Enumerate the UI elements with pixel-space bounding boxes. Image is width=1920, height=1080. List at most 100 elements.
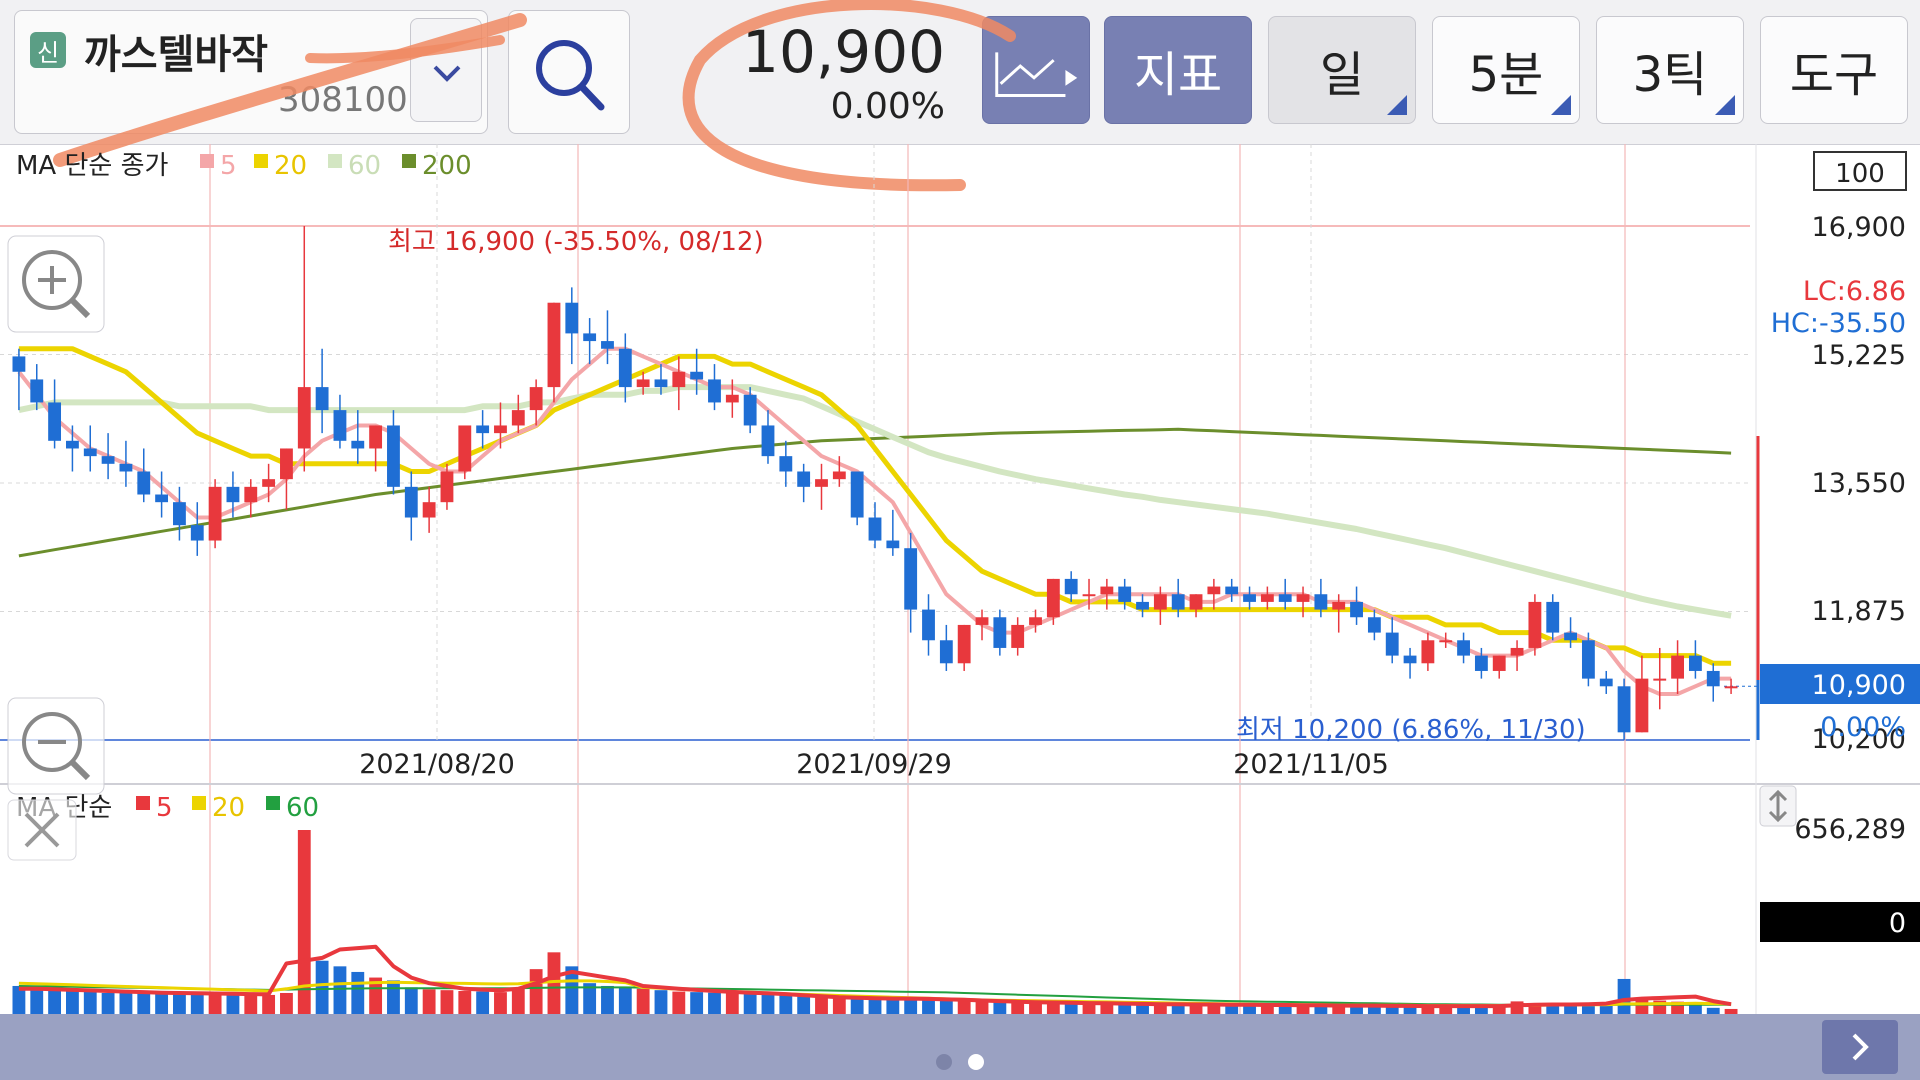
volume-bar [725,992,739,1014]
candle-body [1314,594,1328,610]
grid-layer [0,144,1920,1014]
candle-body [1510,647,1524,656]
volume-bar [83,991,97,1014]
volume-bar [618,987,632,1014]
candle-body [404,486,418,518]
candle-body [369,425,383,449]
candle-body [672,371,686,388]
candle-body [333,410,347,441]
candle-body [494,425,507,434]
candle-body [725,394,739,403]
candle-body [511,410,525,426]
volume-moving-averages [18,944,1732,1009]
stock-chart[interactable]: MA 단순 종가 5 20 60 20 0 최고 16,900 (-35.50%,… [0,144,1920,1014]
candle-body [797,471,811,487]
volume-bar [779,995,793,1014]
candle-body [12,356,26,372]
legend-swatch-ma5 [200,154,214,168]
candle-body [1546,601,1560,633]
volume-bar [1617,978,1631,1014]
candle-body [297,387,311,449]
resize-panel-button[interactable] [1759,785,1797,827]
volume-bar [815,997,828,1014]
candle-body [1403,655,1417,664]
candle-body [83,448,97,457]
x-axis-date-label: 2021/11/05 [1233,749,1389,780]
y-axis-label: 16,900 [1812,212,1906,243]
volume-bar [190,993,204,1014]
volume-bar [957,1000,971,1014]
candle-body [565,302,579,334]
legend-vol-ma60: 60 [286,793,319,823]
candle-body [262,479,276,487]
candle-body [1207,586,1221,595]
candle-body [1296,594,1310,602]
volume-bar [850,998,864,1014]
next-page-button[interactable] [1822,1020,1898,1074]
volume-bar [939,999,953,1014]
candle-body [1332,601,1346,610]
candle-body [957,624,971,664]
volume-bar [387,980,400,1014]
candle-body [1100,586,1114,595]
candle-body [476,425,490,434]
current-price-marker-value: 10,900 [1812,670,1906,701]
lc-label: LC:6.86 [1803,276,1906,307]
page-indicator-dot[interactable] [936,1054,952,1070]
candle-body [30,379,44,403]
volume-bar [333,966,347,1014]
candle-body [1136,601,1149,610]
legend-ma5: 5 [220,151,237,181]
candle-body [119,463,133,472]
volume-bar [476,991,490,1014]
bottom-bar [0,1014,1920,1080]
volume-bar [351,971,365,1014]
candle-body [66,440,79,449]
zoom-in-button[interactable] [7,235,105,333]
y-axis-label: 11,875 [1812,596,1906,627]
candle-body [1064,578,1078,595]
volume-bar [404,987,418,1014]
candle-body [173,502,186,526]
candle-body [1653,678,1667,681]
candle-body [1243,594,1256,602]
legend-vol-ma20: 20 [212,793,245,823]
candle-body [939,640,953,664]
volume-bar [993,1001,1007,1014]
page-indicator-dot-active[interactable] [968,1054,984,1070]
candle-body [547,302,561,388]
volume-current-value: 0 [1889,908,1906,939]
candle-body [618,348,632,388]
candle-body [868,517,882,541]
candle-body [387,425,400,487]
price-legend-prefix: MA 단순 종가 [16,151,169,181]
volume-bar [511,988,525,1014]
legend-vol-ma5: 5 [156,793,173,823]
x-axis-date-label: 2021/09/29 [796,749,952,780]
volume-bar [458,991,472,1014]
candle-body [529,387,543,411]
zoom-out-button[interactable] [7,697,105,795]
y-axis-label: 15,225 [1812,340,1906,371]
high-price-label: 최고 16,900 (-35.50%, 08/12) [388,227,764,257]
candle-body [993,617,1007,648]
candle-body [1439,640,1453,643]
volume-bar [119,992,133,1014]
close-indicator-button[interactable] [7,799,77,861]
volume-bar [30,987,44,1014]
candle-body [208,486,222,541]
candle-body [1724,686,1738,689]
candle-body [440,471,454,503]
candle-body [1189,594,1203,610]
candle-body [1278,594,1292,602]
chart-area[interactable]: MA 단순 종가 5 20 60 20 0 최고 16,900 (-35.50%,… [0,144,1920,1014]
candle-body [975,617,989,625]
volume-bar [601,985,614,1014]
candle-body [922,609,935,641]
legend-swatch-vol-ma5 [136,796,150,810]
candle-body [1225,586,1239,595]
candle-body [708,379,721,403]
candle-body [101,456,115,464]
legend-ma20: 20 [274,151,307,181]
volume-bar [226,993,240,1014]
